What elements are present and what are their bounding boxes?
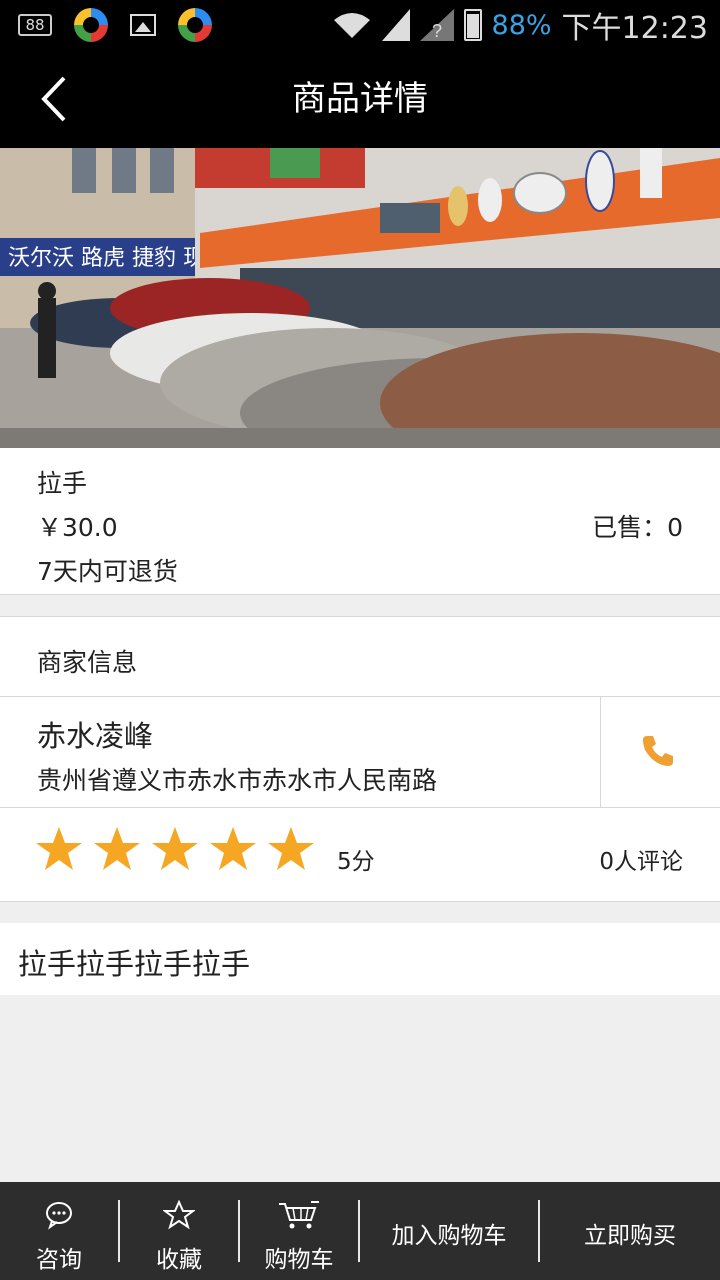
battery-icon bbox=[463, 9, 482, 41]
add-to-cart-label: 加入购物车 bbox=[391, 1223, 507, 1249]
storefront-sign-text: 沃尔沃 路虎 捷豹 现 bbox=[8, 246, 205, 271]
merchant-card[interactable]: 赤水凌峰 贵州省遵义市赤水市赤水市人民南路 bbox=[0, 697, 720, 808]
chat-bubble-icon bbox=[43, 1200, 75, 1230]
app-notification-icon bbox=[178, 8, 212, 42]
wifi-icon bbox=[332, 10, 372, 40]
system-status: ? 88% 下午12:23 bbox=[332, 6, 708, 46]
notification-icons: 88 bbox=[18, 8, 212, 42]
image-notification-icon bbox=[130, 14, 156, 36]
status-bar: 88 ? 88% 下午12:23 bbox=[0, 0, 720, 50]
notification-count-icon: 88 bbox=[18, 14, 52, 36]
star-icon bbox=[152, 827, 198, 870]
product-info: 拉手 ￥30.0 已售：0 7天内可退货 bbox=[0, 448, 720, 595]
favorite-button[interactable]: 收藏 bbox=[120, 1182, 238, 1280]
product-price: ￥30.0 bbox=[37, 513, 118, 542]
star-icon bbox=[210, 827, 256, 870]
merchant-address: 贵州省遵义市赤水市赤水市人民南路 bbox=[37, 766, 438, 795]
consult-label: 咨询 bbox=[36, 1247, 82, 1273]
product-image[interactable]: 沃尔沃 路虎 捷豹 现 bbox=[0, 148, 720, 448]
rating-score: 5分 bbox=[337, 849, 375, 875]
merchant-section-header: 商家信息 bbox=[0, 616, 720, 697]
description-text: 拉手拉手拉手拉手 bbox=[18, 947, 251, 981]
buy-now-button[interactable]: 立即购买 bbox=[540, 1182, 720, 1280]
cart-icon bbox=[277, 1200, 321, 1230]
app-notification-icon bbox=[74, 8, 108, 42]
review-count[interactable]: 0人评论 bbox=[599, 842, 683, 876]
return-policy: 7天内可退货 bbox=[37, 557, 178, 586]
consult-button[interactable]: 咨询 bbox=[0, 1182, 118, 1280]
sold-count: 已售：0 bbox=[592, 513, 683, 542]
star-rating bbox=[35, 825, 315, 873]
title-bar: 商品详情 bbox=[0, 50, 720, 148]
merchant-name: 赤水凌峰 bbox=[37, 719, 154, 753]
product-description: 拉手拉手拉手拉手 bbox=[0, 923, 720, 995]
signal-2-icon: ? bbox=[419, 9, 454, 41]
clock: 下午12:23 bbox=[561, 11, 708, 46]
star-outline-icon bbox=[162, 1199, 196, 1230]
divider bbox=[600, 697, 601, 807]
cart-label: 购物车 bbox=[264, 1247, 334, 1273]
phone-icon[interactable] bbox=[640, 733, 676, 769]
add-to-cart-button[interactable]: 加入购物车 bbox=[360, 1182, 538, 1280]
rating-row: 5分 0人评论 bbox=[0, 808, 720, 902]
product-name: 拉手 bbox=[37, 469, 88, 498]
buy-now-label: 立即购买 bbox=[584, 1223, 676, 1249]
favorite-label: 收藏 bbox=[156, 1247, 202, 1273]
merchant-section-label: 商家信息 bbox=[37, 648, 138, 677]
star-icon bbox=[36, 827, 82, 870]
signal-icon bbox=[381, 9, 410, 41]
bottom-action-bar: 咨询 收藏 购物车 加入购物车 立即购买 bbox=[0, 1182, 720, 1280]
cart-button[interactable]: 购物车 bbox=[240, 1182, 358, 1280]
back-arrow-icon[interactable] bbox=[28, 72, 82, 126]
star-icon bbox=[268, 827, 314, 870]
battery-percent: 88% bbox=[491, 9, 552, 41]
star-icon bbox=[94, 827, 140, 870]
svg-text:?: ? bbox=[432, 21, 442, 41]
page-title: 商品详情 bbox=[292, 79, 428, 119]
